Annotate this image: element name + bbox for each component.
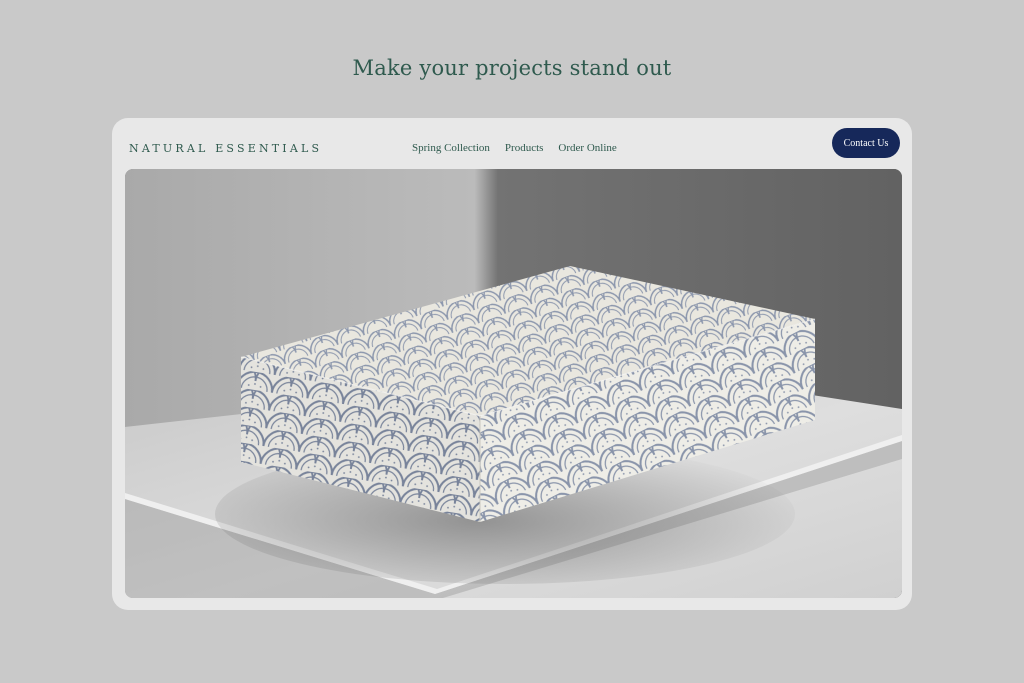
website-mockup-card: NATURAL ESSENTIALS Spring Collection Pro… <box>112 118 912 610</box>
nav-spring-collection[interactable]: Spring Collection <box>412 142 490 154</box>
brand-logo[interactable]: NATURAL ESSENTIALS <box>129 142 322 155</box>
page-headline: Make your projects stand out <box>352 56 672 80</box>
main-nav: Spring Collection Products Order Online <box>412 142 617 154</box>
box-mockup-illustration <box>125 169 902 598</box>
nav-products[interactable]: Products <box>505 142 544 154</box>
nav-order-online[interactable]: Order Online <box>558 142 616 154</box>
hero-image <box>125 169 902 598</box>
contact-us-button[interactable]: Contact Us <box>832 128 900 158</box>
